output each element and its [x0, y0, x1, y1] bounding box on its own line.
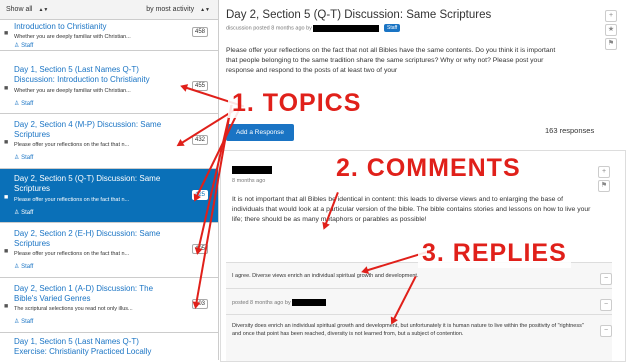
thread-title: Day 2, Section 1 (A-D) Discussion: The B…: [14, 284, 154, 303]
thread-title: Day 2, Section 2 (E-H) Discussion: Same …: [14, 229, 161, 248]
thread-title: Introduction to Christianity: [14, 22, 107, 31]
person-icon: ♙: [14, 210, 20, 216]
staff-label: ♙ Staff: [14, 101, 34, 107]
staff-badge: Staff: [383, 24, 401, 32]
minus-icon[interactable]: −: [600, 273, 612, 285]
thread-preview: Please offer your reflections on the fac…: [14, 251, 130, 257]
add-response-button[interactable]: Add a Response: [226, 124, 294, 141]
comment-icon: ■: [4, 194, 9, 201]
minus-icon[interactable]: −: [600, 299, 612, 311]
plus-icon[interactable]: +: [605, 10, 617, 22]
sort-select[interactable]: by most activity ▲▼: [146, 6, 210, 13]
staff-label: ♙ Staff: [14, 210, 34, 216]
comment-count-badge: 432: [191, 135, 208, 145]
thread-item-active[interactable]: ■ Day 2, Section 5 (Q-T) Discussion: Sam…: [0, 169, 218, 223]
person-icon: ♙: [14, 319, 20, 325]
thread-item[interactable]: ■ Introduction to Christianity Whether y…: [0, 20, 218, 51]
redacted-author: [292, 299, 327, 306]
comment-meta: posted 8 months ago by: [232, 299, 327, 306]
response-count: 163 responses: [545, 126, 595, 135]
staff-label: ♙ Staff: [14, 43, 34, 49]
thread-title: Day 1, Section 5 (Last Names Q-T) Exerci…: [14, 337, 152, 356]
comment-icon: ■: [4, 303, 9, 310]
staff-label: ♙ Staff: [14, 155, 34, 161]
thread-item[interactable]: ■ Day 2, Section 2 (E-H) Discussion: Sam…: [0, 223, 218, 278]
response-body: It is not important that all Bibles be i…: [232, 196, 591, 223]
thread-preview: Whether you are deeply familiar with Chr…: [14, 88, 131, 94]
thread-meta: discussion posted 8 months ago by Staff: [226, 24, 401, 32]
flag-icon[interactable]: ⚑: [605, 38, 617, 50]
annotation-replies: 3. REPLIES: [418, 238, 571, 268]
thread-title-heading: Day 2, Section 5 (Q-T) Discussion: Same …: [226, 9, 492, 21]
person-icon: ♙: [14, 101, 20, 107]
comment-count-badge: 458: [191, 27, 208, 37]
plus-icon[interactable]: +: [598, 166, 610, 178]
thread-preview: Whether you are deeply familiar with Chr…: [14, 34, 131, 40]
thread-preview: Please offer your reflections on the fac…: [14, 142, 130, 148]
person-icon: ♙: [14, 155, 20, 161]
thread-title: Day 2, Section 5 (Q-T) Discussion: Same …: [14, 174, 161, 193]
sort-caret-icon: ▲▼: [38, 7, 49, 13]
staff-label: ♙ Staff: [14, 264, 34, 270]
sort-caret-icon: ▲▼: [200, 7, 210, 13]
thread-preview: Please offer your reflections on the fac…: [14, 197, 130, 203]
show-all-select[interactable]: Show all ▲▼: [6, 6, 48, 13]
comment-icon: ■: [4, 30, 9, 37]
comment-icon: ■: [4, 85, 9, 92]
thread-item[interactable]: Day 1, Section 5 (Last Names Q-T) Exerci…: [0, 333, 218, 360]
thread-filter-bar: Show all ▲▼ by most activity ▲▼: [0, 0, 218, 20]
thread-title: Day 1, Section 5 (Last Names Q-T) Discus…: [14, 65, 150, 84]
thread-preview: The scriptural selections you read not o…: [14, 306, 133, 312]
thread-list-sidebar: Show all ▲▼ by most activity ▲▼ ■ Introduc…: [0, 0, 219, 360]
thread-title: Day 2, Section 4 (M-P) Discussion: Same …: [14, 120, 162, 139]
thread-item[interactable]: ■ Day 2, Section 1 (A-D) Discussion: The…: [0, 278, 218, 333]
comment-text: Diversity does enrich an individual spir…: [232, 323, 584, 337]
annotation-comments: 2. COMMENTS: [332, 153, 525, 183]
person-icon: ♙: [14, 264, 20, 270]
flag-icon[interactable]: ⚑: [598, 180, 610, 192]
staff-label: ♙ Staff: [14, 319, 34, 325]
annotation-topics: 1. TOPICS: [228, 88, 366, 118]
minus-icon[interactable]: −: [600, 325, 612, 337]
response-meta: 8 months ago: [232, 178, 266, 184]
comment-item: posted 8 months ago by −: [226, 288, 612, 315]
comment-icon: ■: [4, 248, 9, 255]
star-icon[interactable]: ★: [605, 24, 617, 36]
comment-item: Diversity does enrich an individual spir…: [226, 314, 612, 361]
thread-body: Please offer your reflections on the fac…: [226, 47, 556, 74]
redacted-author: [232, 166, 272, 174]
redacted-author: [313, 24, 380, 32]
person-icon: ♙: [14, 43, 20, 49]
comment-icon: ■: [4, 139, 9, 146]
